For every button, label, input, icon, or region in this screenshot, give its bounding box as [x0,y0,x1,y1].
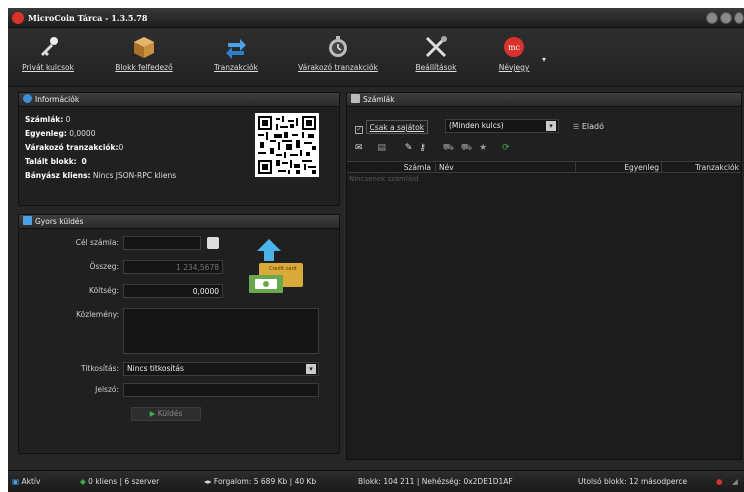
toolbar-about[interactable]: mc Névjegy [494,35,534,83]
memo-label: Közlemény: [76,310,119,319]
accounts-table-body[interactable]: Nincsenek számláid [347,173,741,459]
title-bar: MicroCoin Tárca - 1.3.5.78 [8,8,744,28]
transfer-icon [224,35,248,59]
alert-icon: ● [716,477,723,486]
info-panel: Információk Számlák: 0 Egyenleg: 0,0000 … [18,92,340,206]
about-icon: mc [502,35,526,59]
toolbar-overflow-icon[interactable]: ▾ [542,55,546,64]
accounts-icon [351,94,360,103]
info-miner-client: Bányász kliens: Nincs JSON-RPC kliens [25,171,177,180]
search-account-button[interactable] [207,237,219,249]
toolbar-private-keys[interactable]: Privát kulcsok [18,35,78,83]
monitor-icon: ▣ [12,477,20,486]
status-traffic: ◂▸ Forgalom: 5 689 Kb | 40 Kb [204,477,317,486]
target-account-input[interactable] [123,236,201,250]
key-icon [36,35,60,59]
info-blocks-found: Talált blokk: 0 [25,157,87,166]
star-icon[interactable]: ★ [479,143,487,153]
status-bar: ▣ Aktív ◆ 0 kliens | 6 szerver ◂▸ Forgal… [8,470,744,492]
cart-icon[interactable]: ⛟ [443,143,454,153]
info-pending: Várakozó tranzakciók:0 [25,143,124,152]
app-logo-icon [12,12,24,24]
info-balance: Egyenleg: 0,0000 [25,129,96,138]
dropdown-arrow-icon: ▾ [546,121,556,131]
accounts-header: Számlák [347,93,741,107]
amount-label: Összeg: [89,262,119,271]
status-block-info: Blokk: 104 211 | Nehézség: 0x2DE1D1AF [358,477,513,486]
refresh-icon[interactable]: ⟳ [502,143,510,153]
status-active: ▣ Aktív [12,477,41,486]
accounts-table-header: Számla Név Egyenleg Tranzakciók [347,161,741,173]
money-illustration: Credit card [247,239,307,297]
settings-tools-icon [424,35,448,59]
target-account-label: Cél számla: [75,238,119,247]
status-last-block: Utolsó blokk: 12 másodperce [578,477,688,486]
main-toolbar: Privát kulcsok Blokk felfedező Tranzakci… [8,29,744,87]
document-icon[interactable]: ▤ [377,143,386,153]
for-sale-toggle[interactable]: ☰ Eladó [573,122,604,131]
accounts-toolbar: ✉ ▤ ✎ ⚷ ⛟ ⛟ ★ ⟳ [355,143,510,157]
dropdown-arrow-icon: ▾ [306,364,316,374]
credit-card-text: Credit card [269,266,297,272]
svg-text:mc: mc [508,43,521,52]
accounts-panel: Számlák ✓ Csak a sajátok (Minden kulcs) … [346,92,742,460]
column-header-balance[interactable]: Egyenleg [575,162,659,173]
key-filter-select[interactable]: (Minden kulcs) ▾ [445,119,559,133]
traffic-arrows-icon: ◂▸ [204,477,212,486]
toolbar-pending-transactions[interactable]: Várakozó tranzakciók [294,35,382,83]
column-header-account[interactable]: Számla [387,163,431,172]
amount-input[interactable] [123,260,223,274]
info-icon [23,94,32,103]
checkbox-icon: ✓ [355,126,363,134]
column-header-transactions[interactable]: Tranzakciók [661,162,739,173]
own-only-toggle[interactable]: ✓ Csak a sajátok [355,120,429,134]
memo-input[interactable] [123,308,319,354]
fee-label: Költség: [89,286,119,295]
clock-icon [326,35,350,59]
cart-remove-icon[interactable]: ⛟ [461,143,472,153]
toolbar-transactions[interactable]: Tranzakciók [208,35,264,83]
maximize-button[interactable] [720,12,732,24]
fee-input[interactable] [123,284,223,298]
password-label: Jelszó: [95,385,119,394]
play-icon: ▶ [149,409,156,418]
info-panel-header: Információk [19,93,339,107]
column-header-name[interactable]: Név [435,163,454,172]
window-title: MicroCoin Tárca - 1.3.5.78 [28,13,148,23]
connection-icon: ◆ [80,477,86,486]
box-icon [132,35,156,59]
list-icon: ☰ [573,123,580,131]
encryption-label: Titkosítás: [80,364,119,373]
password-input[interactable] [123,383,319,397]
quick-send-header: Gyors küldés [19,215,339,229]
resize-grip-icon[interactable]: ◢ [732,477,738,486]
info-accounts: Számlák: 0 [25,115,71,124]
transfer-small-icon [23,216,32,225]
app-window: MicroCoin Tárca - 1.3.5.78 Privát kulcso… [8,8,744,492]
toolbar-block-explorer[interactable]: Blokk felfedező [108,35,180,83]
minimize-button[interactable] [706,12,718,24]
mail-icon[interactable]: ✉ [355,143,363,153]
toolbar-settings[interactable]: Beállítások [410,35,462,83]
empty-accounts-text: Nincsenek számláid [349,175,419,183]
qr-code-image [255,113,319,177]
edit-pencil-icon[interactable]: ✎ [405,143,413,153]
close-button[interactable] [734,12,744,24]
send-button[interactable]: ▶ Küldés [131,407,201,421]
status-clients: ◆ 0 kliens | 6 szerver [80,477,160,486]
key-small-icon[interactable]: ⚷ [419,143,426,153]
encryption-select[interactable]: Nincs titkosítás ▾ [123,362,319,376]
quick-send-panel: Gyors küldés Cél számla: Összeg: Költség… [18,214,340,454]
